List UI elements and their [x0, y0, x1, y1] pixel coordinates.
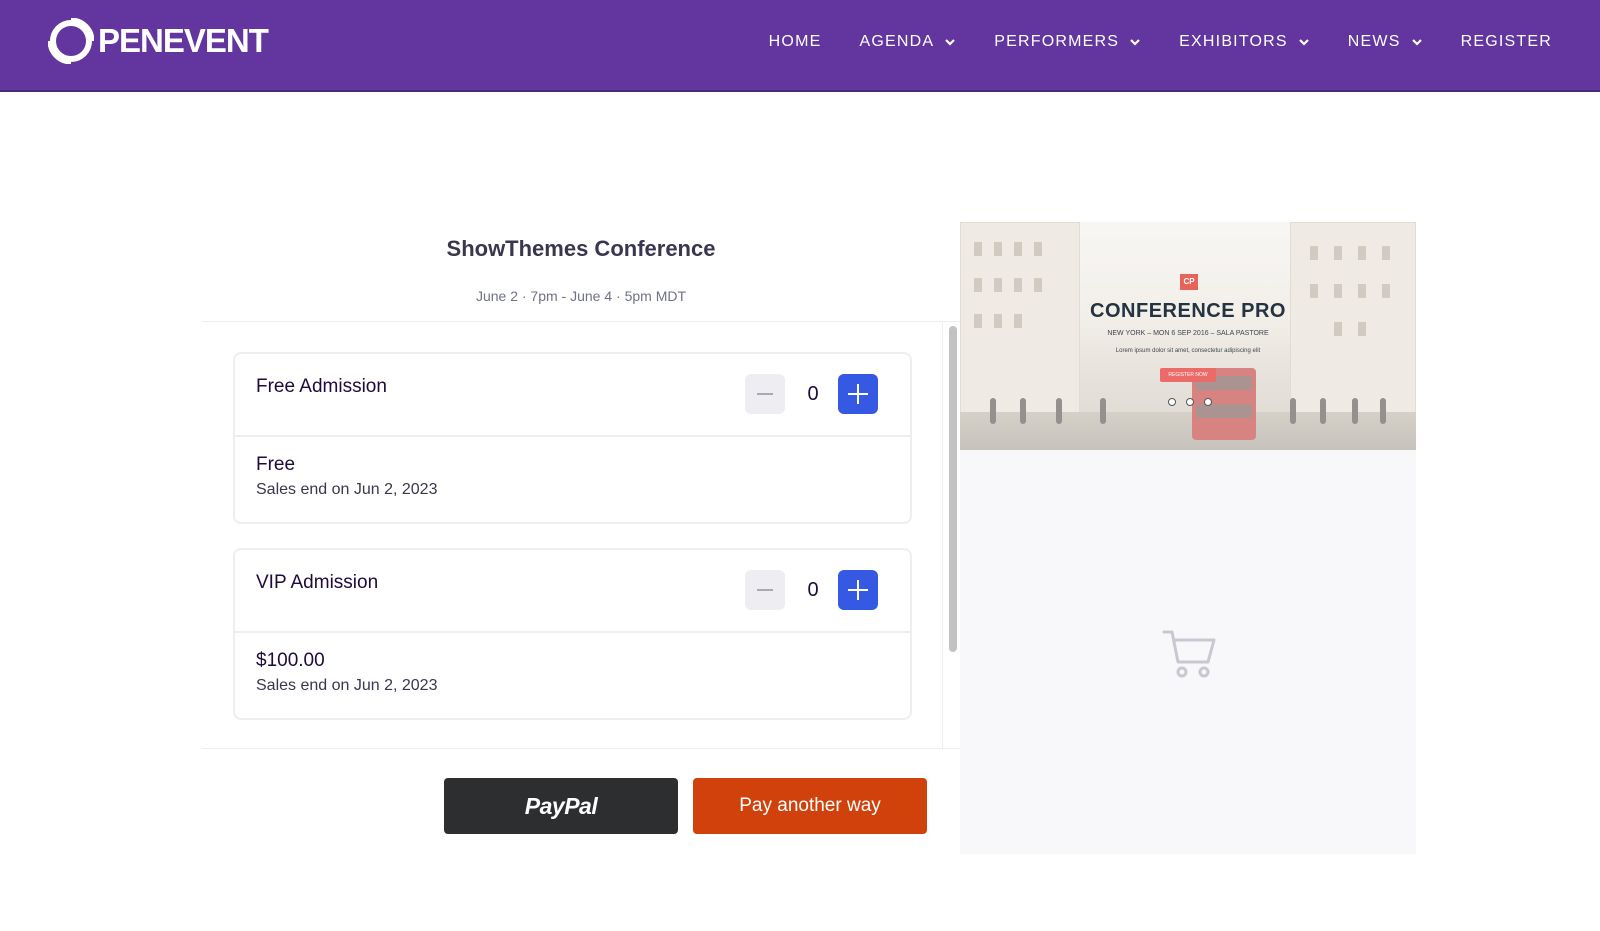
ticket-list-scrollbar[interactable]	[942, 322, 960, 748]
ticket-divider	[235, 435, 910, 437]
social-icon	[1186, 398, 1194, 406]
chevron-down-icon	[1299, 39, 1309, 46]
social-icon	[1168, 398, 1176, 406]
quantity-decrease-button[interactable]	[745, 570, 785, 610]
divider	[202, 748, 960, 749]
ticket-card-free-admission: Free Admission 0 Free Sales end on Jun 2…	[233, 352, 912, 524]
ticket-name: Free Admission	[256, 376, 387, 397]
scrollbar-thumb[interactable]	[949, 326, 957, 652]
quantity-value: 0	[807, 579, 819, 601]
banner-title: CONFERENCE PRO	[1090, 300, 1286, 322]
brand-name: PENEVENT	[98, 22, 269, 59]
ticket-divider	[235, 631, 910, 633]
event-title: ShowThemes Conference	[446, 236, 716, 261]
quantity-increase-button[interactable]	[838, 374, 878, 414]
nav-label: REGISTER	[1460, 33, 1552, 50]
event-banner-image: CP CONFERENCE PRO NEW YORK – MON 6 SEP 2…	[960, 222, 1416, 450]
nav-item-home[interactable]: HOME	[769, 33, 822, 51]
nav-item-news[interactable]: NEWS	[1348, 33, 1423, 51]
banner-social-icons	[1168, 398, 1212, 408]
banner-register-button: REGISTER NOW	[1160, 368, 1216, 382]
top-navbar: PENEVENT HOME AGENDA PERFORMERS EXHIBITO…	[0, 0, 1600, 92]
cart-icon	[1162, 630, 1216, 678]
nav-item-exhibitors[interactable]: EXHIBITORS	[1179, 33, 1310, 51]
banner-badge: CP	[1180, 274, 1198, 290]
ticket-price: $100.00	[256, 650, 325, 671]
nav-label: EXHIBITORS	[1179, 33, 1288, 50]
main-nav: HOME AGENDA PERFORMERS EXHIBITORS NEWS R…	[731, 0, 1552, 84]
logo-mark-icon	[48, 18, 94, 64]
order-summary-panel: CP CONFERENCE PRO NEW YORK – MON 6 SEP 2…	[960, 222, 1416, 854]
nav-label: HOME	[768, 33, 822, 50]
chevron-down-icon	[945, 39, 956, 46]
nav-item-register[interactable]: REGISTER	[1461, 33, 1552, 51]
brand-logo[interactable]: PENEVENT	[48, 18, 269, 64]
chevron-down-icon	[1130, 39, 1140, 46]
checkout-panel: ShowThemes Conference June 2 · 7pm - Jun…	[202, 222, 960, 854]
nav-item-performers[interactable]: PERFORMERS	[994, 33, 1141, 51]
ticket-price: Free	[256, 454, 296, 475]
pay-another-way-button[interactable]: Pay another way	[693, 778, 927, 834]
banner-subtitle: NEW YORK – MON 6 SEP 2016 – SALA PASTORE	[1107, 330, 1269, 337]
chevron-down-icon	[1411, 39, 1422, 46]
quantity-decrease-button[interactable]	[745, 374, 785, 414]
paypal-button[interactable]: PayPal	[444, 778, 678, 834]
nav-label: PERFORMERS	[994, 33, 1120, 50]
nav-label: NEWS	[1347, 33, 1401, 50]
ticket-name: VIP Admission	[256, 572, 379, 593]
event-date: June 2 · 7pm - June 4 · 5pm MDT	[475, 288, 687, 304]
social-icon	[1204, 398, 1212, 406]
nav-item-agenda[interactable]: AGENDA	[859, 33, 956, 51]
quantity-increase-button[interactable]	[838, 570, 878, 610]
ticket-sales-end: Sales end on Jun 2, 2023	[256, 481, 438, 498]
ticket-sales-end: Sales end on Jun 2, 2023	[256, 677, 438, 694]
nav-label: AGENDA	[859, 33, 935, 50]
divider	[202, 321, 960, 322]
ticket-card-vip-admission: VIP Admission 0 $100.00 Sales end on Jun…	[233, 548, 912, 720]
banner-description: Lorem ipsum dolor sit amet, consectetur …	[1115, 348, 1261, 354]
quantity-value: 0	[807, 383, 819, 405]
